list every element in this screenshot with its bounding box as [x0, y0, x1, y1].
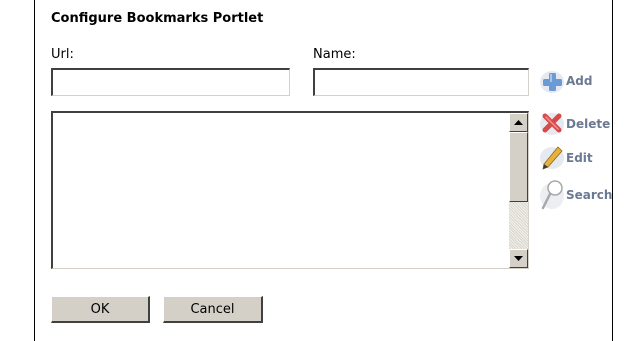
search-icon [540, 180, 564, 210]
search-label: Search [566, 188, 613, 202]
delete-bookmark-button[interactable]: Delete [538, 109, 610, 139]
add-label: Add [566, 74, 593, 88]
delete-label: Delete [566, 117, 611, 131]
delete-icon [540, 113, 564, 135]
url-input[interactable] [51, 68, 290, 96]
scroll-up-button[interactable] [509, 113, 528, 132]
listbox-scrollbar[interactable] [509, 113, 528, 268]
cancel-button[interactable]: Cancel [163, 296, 263, 323]
bookmarks-listbox[interactable] [51, 111, 529, 269]
scroll-thumb[interactable] [509, 132, 528, 202]
edit-bookmark-button[interactable]: Edit [538, 143, 593, 173]
dialog-left-border [34, 0, 35, 341]
name-label: Name: [313, 47, 356, 62]
name-input[interactable] [313, 68, 529, 96]
dialog-right-border [612, 0, 613, 341]
edit-label: Edit [566, 151, 593, 165]
arrow-up-icon [514, 120, 523, 125]
edit-icon [540, 146, 564, 170]
url-label: Url: [51, 47, 74, 62]
arrow-down-icon [514, 256, 523, 261]
search-bookmark-button[interactable]: Search [538, 180, 612, 210]
add-bookmark-button[interactable]: Add [538, 66, 592, 96]
ok-button[interactable]: OK [51, 296, 150, 323]
scroll-down-button[interactable] [509, 249, 528, 268]
add-icon [540, 71, 564, 93]
dialog-title: Configure Bookmarks Portlet [51, 11, 264, 26]
